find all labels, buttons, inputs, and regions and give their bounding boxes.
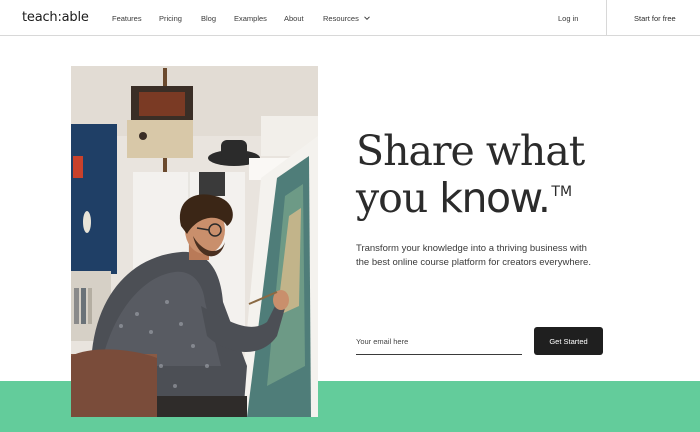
- nav-link-features[interactable]: Features: [112, 14, 142, 23]
- email-input[interactable]: [356, 330, 522, 352]
- nav-link-about[interactable]: About: [284, 14, 304, 23]
- nav-link-blog[interactable]: Blog: [201, 14, 216, 23]
- headline-line-2-prefix: you: [356, 174, 440, 222]
- teachable-logo[interactable]: teach:able: [22, 10, 89, 25]
- headline-emphasis-know: know.: [439, 174, 551, 222]
- top-navigation: teach:able Features Pricing Blog Example…: [0, 0, 700, 36]
- chevron-down-icon: [364, 16, 370, 21]
- trademark-symbol: TM: [551, 184, 573, 200]
- headline-line-1: Share what: [356, 127, 585, 175]
- hero-headline: Share what you know. TM: [356, 128, 656, 222]
- login-link[interactable]: Log in: [558, 14, 578, 23]
- hero-photo-artist-painting: [71, 66, 318, 417]
- nav-link-resources-label: Resources: [323, 13, 359, 23]
- nav-link-examples[interactable]: Examples: [234, 14, 267, 23]
- nav-link-pricing[interactable]: Pricing: [159, 14, 182, 23]
- hero-subtext: Transform your knowledge into a thriving…: [356, 243, 591, 268]
- start-for-free-link[interactable]: Start for free: [634, 14, 676, 23]
- get-started-button[interactable]: Get Started: [534, 327, 603, 355]
- landing-page: teach:able Features Pricing Blog Example…: [0, 0, 700, 432]
- nav-link-resources[interactable]: Resources: [323, 14, 371, 23]
- artist-painting-illustration: [71, 66, 318, 417]
- nav-divider: [606, 0, 607, 36]
- email-field-wrapper: [356, 330, 522, 355]
